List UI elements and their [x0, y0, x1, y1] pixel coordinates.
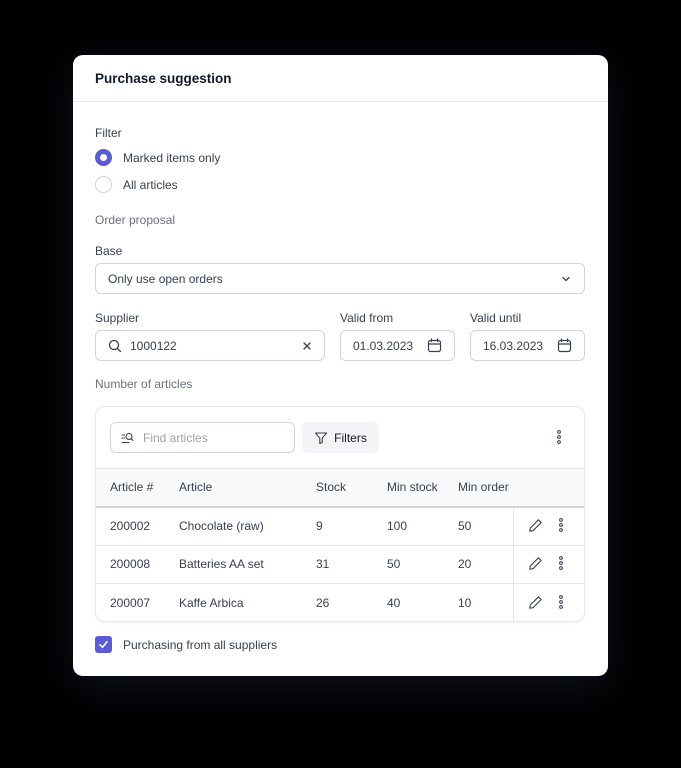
- column-header-actions: [513, 469, 584, 507]
- all-suppliers-checkbox-row[interactable]: Purchasing from all suppliers: [95, 636, 277, 653]
- articles-table: Article # Article Stock Min stock Min or…: [96, 468, 584, 621]
- filter-icon: [314, 431, 328, 445]
- radio-label: Marked items only: [123, 150, 221, 165]
- calendar-icon[interactable]: [557, 338, 572, 353]
- cell-stock: 26: [316, 596, 330, 610]
- cell-article-number: 200007: [110, 596, 151, 610]
- valid-until-value: 16.03.2023: [483, 338, 544, 353]
- valid-from-label: Valid from: [340, 311, 394, 325]
- cell-article-number: 200008: [110, 557, 151, 572]
- table-row[interactable]: 200007 Kaffe Arbica 26 40 10: [96, 583, 584, 621]
- valid-from-input[interactable]: 01.03.2023: [340, 330, 455, 361]
- supplier-input[interactable]: 1000122: [95, 330, 325, 361]
- dialog-title: Purchase suggestion: [95, 71, 232, 86]
- radio-selected-indicator[interactable]: [95, 149, 112, 166]
- find-articles-placeholder: Find articles: [143, 430, 208, 445]
- search-icon: [108, 339, 122, 353]
- supplier-value: 1000122: [130, 338, 177, 353]
- row-actions: [512, 583, 584, 621]
- cell-stock: 9: [316, 519, 323, 533]
- all-suppliers-checkbox[interactable]: [95, 636, 112, 653]
- filter-label: Filter: [95, 126, 122, 140]
- edit-pencil-icon[interactable]: [528, 595, 543, 610]
- clear-icon[interactable]: [302, 341, 312, 351]
- table-toolbar: Find articles Filters: [96, 407, 584, 468]
- table-header-row: Article # Article Stock Min stock Min or…: [96, 468, 584, 507]
- column-header[interactable]: Stock: [316, 469, 387, 507]
- filters-button-label: Filters: [334, 430, 367, 445]
- valid-until-input[interactable]: 16.03.2023: [470, 330, 585, 361]
- base-select-value: Only use open orders: [108, 271, 223, 286]
- edit-pencil-icon[interactable]: [528, 518, 543, 533]
- articles-table-card: Find articles Filters Article # Article …: [95, 406, 585, 622]
- column-header[interactable]: Min order: [458, 469, 513, 507]
- order-proposal-heading: Order proposal: [95, 213, 176, 227]
- cell-min-stock: 50: [387, 557, 401, 572]
- base-label: Base: [95, 244, 123, 258]
- purchase-suggestion-dialog: Purchase suggestion Filter Marked items …: [73, 55, 608, 676]
- edit-pencil-icon[interactable]: [528, 556, 543, 571]
- dialog-header: Purchase suggestion: [73, 55, 608, 102]
- all-suppliers-label: Purchasing from all suppliers: [123, 637, 278, 652]
- column-header[interactable]: Article #: [96, 469, 179, 507]
- radio-unselected-indicator[interactable]: [95, 176, 112, 193]
- valid-from-value: 01.03.2023: [353, 338, 414, 353]
- cell-article-number: 200002: [110, 519, 151, 533]
- base-select[interactable]: Only use open orders: [95, 263, 585, 294]
- cell-min-order: 10: [458, 596, 472, 610]
- checkmark-icon: [99, 641, 108, 648]
- cell-article: Chocolate (raw): [179, 519, 264, 533]
- row-actions: [512, 506, 584, 545]
- radio-marked-items[interactable]: Marked items only: [95, 149, 220, 166]
- filters-button[interactable]: Filters: [302, 422, 379, 453]
- row-more-icon[interactable]: [558, 555, 564, 571]
- calendar-icon[interactable]: [427, 338, 442, 353]
- cell-stock: 31: [316, 557, 330, 572]
- table-row[interactable]: 200008 Batteries AA set 31 50 20: [96, 545, 584, 584]
- column-header[interactable]: Min stock: [387, 469, 458, 507]
- cell-min-order: 50: [458, 519, 472, 533]
- row-more-icon[interactable]: [558, 517, 564, 533]
- cell-article: Kaffe Arbica: [179, 596, 244, 610]
- more-options-icon[interactable]: [556, 429, 562, 445]
- cell-min-stock: 40: [387, 596, 401, 610]
- chevron-down-icon: [560, 273, 572, 285]
- cell-min-order: 20: [458, 557, 472, 572]
- search-list-icon: [121, 431, 135, 445]
- number-of-articles-heading: Number of articles: [95, 377, 193, 391]
- row-more-icon[interactable]: [558, 594, 564, 610]
- find-articles-input[interactable]: Find articles: [110, 422, 295, 453]
- cell-min-stock: 100: [387, 519, 408, 533]
- table-row[interactable]: 200002 Chocolate (raw) 9 100 50: [96, 506, 584, 545]
- column-header[interactable]: Article: [179, 469, 316, 507]
- radio-label: All articles: [123, 177, 178, 192]
- supplier-label: Supplier: [95, 311, 140, 325]
- row-actions: [512, 545, 584, 584]
- radio-all-articles[interactable]: All articles: [95, 176, 178, 193]
- cell-article: Batteries AA set: [179, 557, 264, 572]
- valid-until-label: Valid until: [470, 311, 522, 325]
